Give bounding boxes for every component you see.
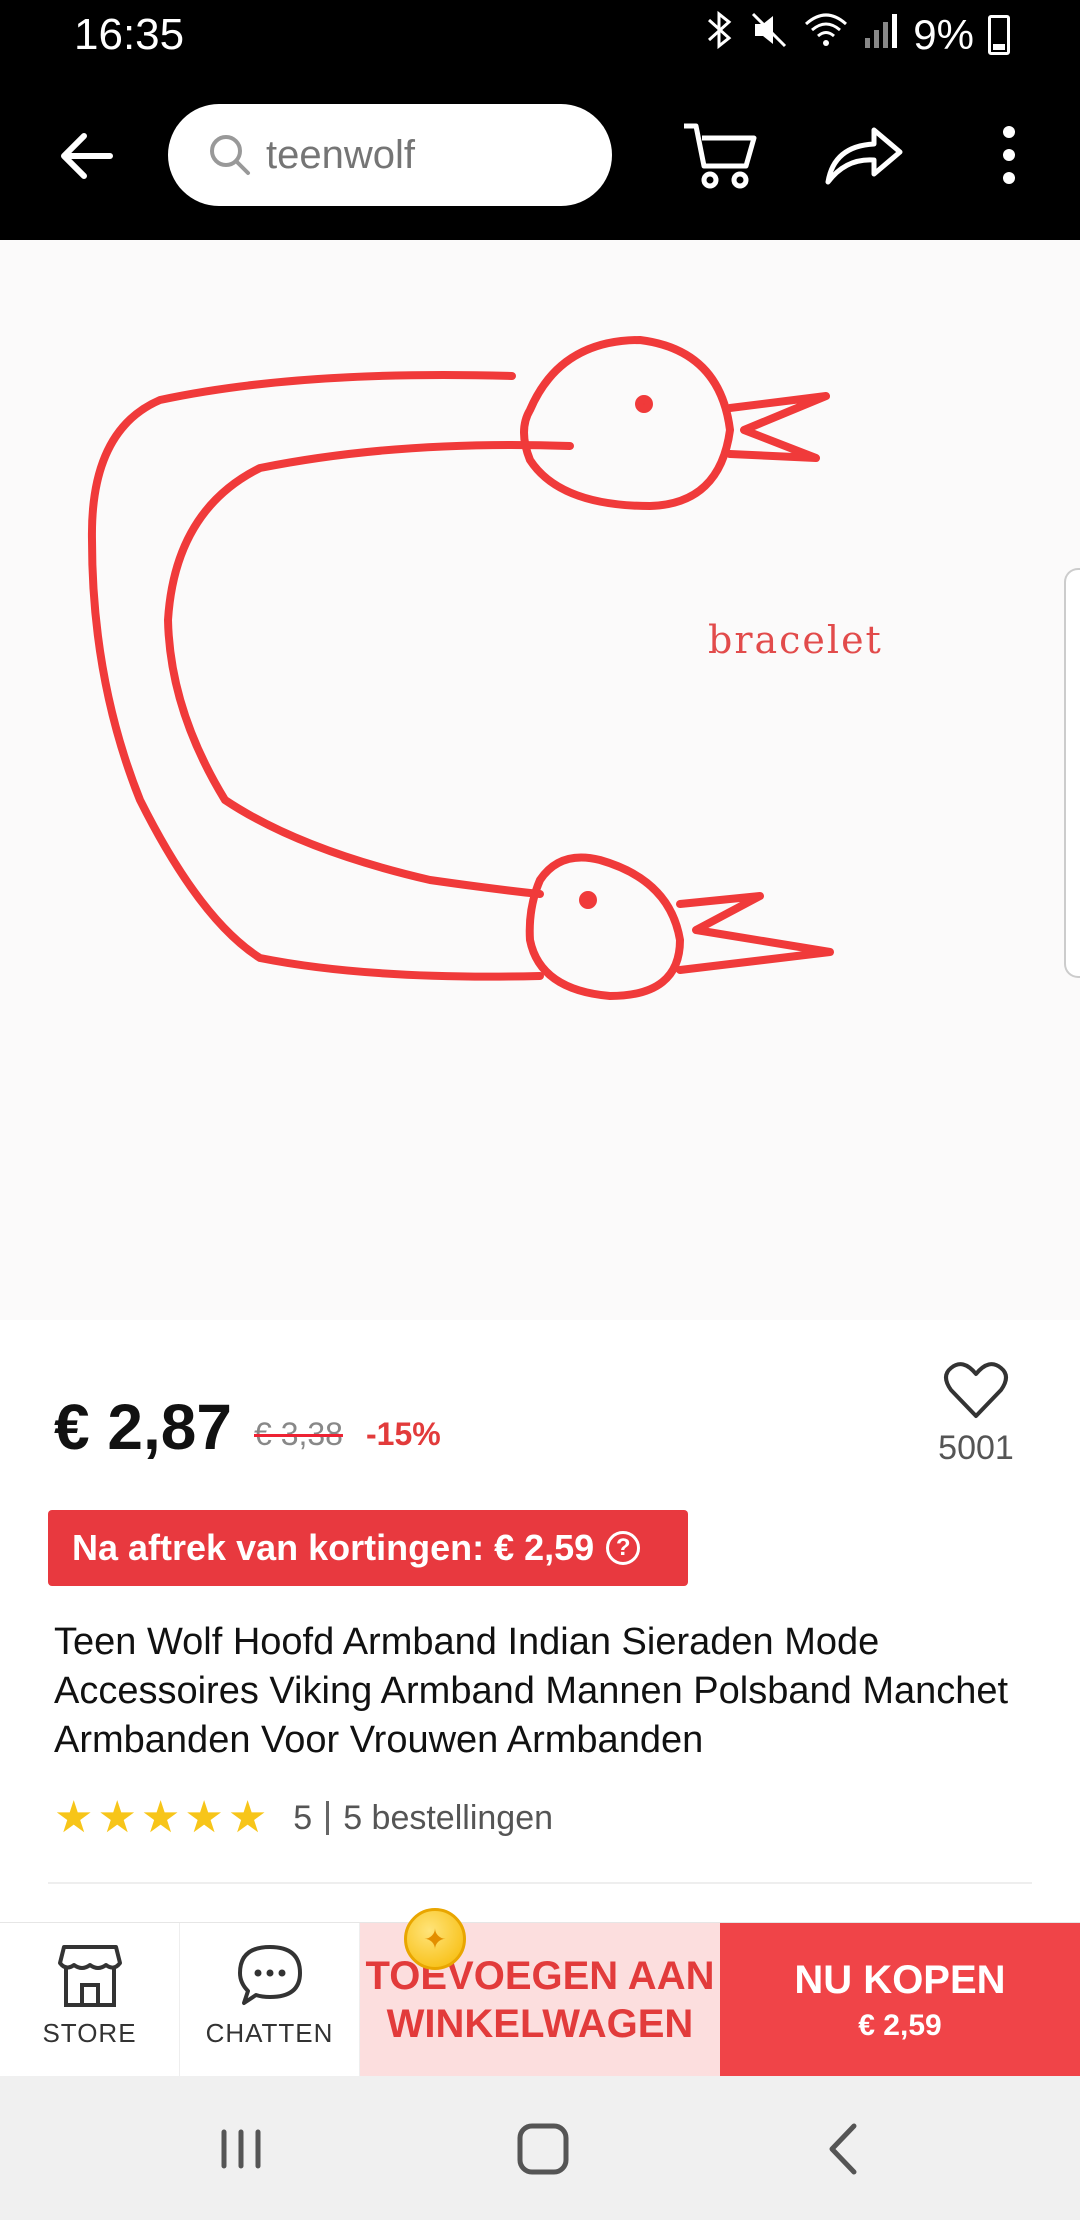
- battery-icon: [988, 15, 1010, 55]
- status-bar: 16:35 9%: [0, 0, 1080, 72]
- chevron-left-icon: [829, 2123, 857, 2175]
- system-nav-bar: [0, 2076, 1080, 2220]
- home-button[interactable]: [508, 2114, 578, 2184]
- chat-icon: [237, 1945, 302, 2005]
- more-vertical-icon: [1003, 126, 1015, 184]
- image-side-tab[interactable]: [1064, 568, 1080, 978]
- back-button[interactable]: [48, 116, 128, 196]
- store-button[interactable]: STORE: [0, 1923, 180, 2077]
- add-to-cart-line2: WINKELWAGEN: [386, 2002, 694, 2046]
- home-icon: [517, 2123, 569, 2175]
- chat-label: CHATTEN: [205, 2018, 334, 2048]
- share-icon: [825, 127, 903, 185]
- signal-icon: [863, 10, 899, 60]
- current-price: € 2,87: [54, 1391, 232, 1463]
- help-icon[interactable]: ?: [606, 1531, 641, 1565]
- search-input[interactable]: [266, 132, 596, 178]
- mute-icon: [749, 10, 789, 60]
- star-icon: ★: [97, 1793, 137, 1842]
- rating-row[interactable]: ★ ★ ★ ★ ★ 5 5 bestellingen: [54, 1796, 553, 1840]
- buy-now-label: NU KOPEN: [794, 1957, 1006, 2002]
- coin-icon[interactable]: ✦: [404, 1908, 466, 1970]
- star-icon: ★: [54, 1793, 94, 1842]
- coupon-text: Na aftrek van kortingen: € 2,59: [72, 1527, 595, 1568]
- store-label: STORE: [42, 2018, 137, 2048]
- order-count: 5 bestellingen: [343, 1798, 554, 1837]
- product-info: € 2,87 € 3,38 -15% 5001 Na aftrek van ko…: [0, 1320, 1080, 1884]
- recents-button[interactable]: [206, 2114, 276, 2184]
- buy-now-button[interactable]: NU KOPEN € 2,59: [720, 1923, 1080, 2077]
- recents-icon: [221, 2129, 261, 2169]
- product-title: Teen Wolf Hoofd Armband Indian Sieraden …: [54, 1621, 1009, 1761]
- app-bar: [0, 72, 1080, 240]
- store-icon: [57, 1945, 122, 2007]
- status-icons: 9%: [705, 10, 1010, 60]
- wishlist-button[interactable]: 5001: [930, 1360, 1022, 1468]
- star-icon: ★: [227, 1793, 268, 1842]
- product-image[interactable]: bracelet: [0, 240, 1080, 1320]
- rating-value: 5: [293, 1798, 313, 1837]
- more-options-button[interactable]: [966, 112, 1052, 198]
- heart-icon: [944, 1362, 1008, 1418]
- cart-button[interactable]: [678, 112, 764, 198]
- section-divider: [48, 1882, 1032, 1884]
- system-back-button[interactable]: [810, 2114, 880, 2184]
- search-icon: [210, 135, 250, 175]
- back-arrow-icon: [61, 133, 113, 179]
- original-price: € 3,38: [254, 1416, 343, 1452]
- coupon-banner[interactable]: Na aftrek van kortingen: € 2,59 ?: [48, 1510, 688, 1586]
- wishlist-count: 5001: [938, 1429, 1014, 1467]
- cart-icon: [684, 123, 757, 189]
- status-time: 16:35: [74, 10, 185, 59]
- share-button[interactable]: [820, 112, 906, 198]
- star-rating: ★ ★ ★ ★ ★: [54, 1796, 267, 1840]
- rating-divider: [326, 1801, 330, 1835]
- battery-percent: 9%: [913, 11, 974, 58]
- action-bar: STORE CHATTEN TOEVOEGEN AAN WINKELWAGEN …: [0, 1922, 1080, 2077]
- wifi-icon: [803, 10, 849, 60]
- bracelet-drawing: [87, 336, 834, 1000]
- bluetooth-icon: [705, 10, 735, 60]
- buy-now-price: € 2,59: [858, 2008, 942, 2042]
- star-icon: ★: [184, 1793, 224, 1842]
- image-caption: bracelet: [708, 618, 883, 662]
- star-icon: ★: [140, 1793, 181, 1842]
- discount-badge: -15%: [366, 1416, 441, 1452]
- chat-button[interactable]: CHATTEN: [180, 1923, 360, 2077]
- search-box[interactable]: [168, 104, 612, 206]
